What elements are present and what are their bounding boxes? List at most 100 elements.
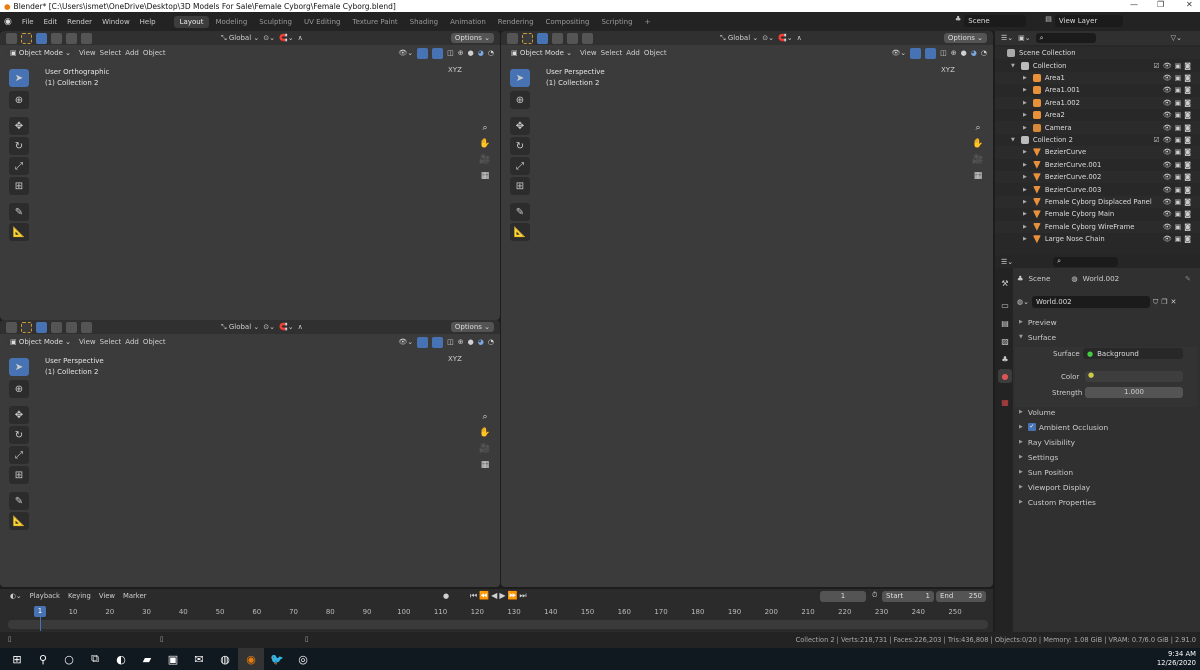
select-tool-icon[interactable] [522, 32, 533, 44]
workspace-tab[interactable]: UV Editing [298, 16, 347, 28]
workspace-tab[interactable]: Sculpting [253, 16, 298, 28]
playhead[interactable]: 1 [34, 606, 46, 617]
overlay-toggle-icon[interactable] [432, 336, 444, 348]
outliner-item[interactable]: ▶ Area1.002 👁▣◙ [995, 96, 1200, 109]
timeline-menu-marker[interactable]: Marker [123, 592, 147, 600]
timeline-menu-playback[interactable]: Playback [30, 592, 60, 600]
shading-rendered-icon[interactable]: ◔ [488, 49, 494, 57]
select-mode-intersect-icon[interactable] [81, 32, 92, 44]
transform-orientation-dropdown[interactable]: ⤡ Global ⌄ [221, 323, 259, 332]
measure-tool[interactable]: 📐 [9, 223, 29, 241]
outliner-item[interactable]: ▶ Female Cyborg WireFrame 👁▣◙ [995, 220, 1200, 233]
select-mode-subtract-icon[interactable] [66, 321, 77, 333]
xray-icon[interactable]: ◫ [940, 49, 947, 57]
expand-right-icon[interactable]: ▶ [1023, 75, 1027, 81]
close-button[interactable]: ✕ [1186, 0, 1193, 9]
expand-down-icon[interactable]: ▼ [1011, 63, 1015, 69]
task-view-icon[interactable]: ⧉ [82, 648, 108, 670]
fake-user-icon[interactable]: ⛉ [1153, 298, 1158, 307]
panel-ray-visibility[interactable]: ▶ Ray Visibility [1015, 435, 1197, 449]
workspace-tab[interactable]: Animation [444, 16, 492, 28]
world-tab-icon[interactable]: ● [998, 369, 1012, 383]
outliner-item[interactable]: ▶ Area2 👁▣◙ [995, 109, 1200, 121]
cursor-tool[interactable]: ⊕ [9, 91, 29, 109]
start-frame-field[interactable]: Start 1 [882, 591, 934, 602]
outliner-search-input[interactable]: ⌕ [1035, 33, 1096, 43]
visibility-toggles[interactable]: 👁▣◙ [1163, 235, 1194, 243]
new-world-icon[interactable]: ❐ [1161, 298, 1167, 306]
expand-right-icon[interactable]: ▶ [1023, 162, 1027, 168]
proportional-edit-icon[interactable]: ∧ [298, 34, 303, 42]
editor-type-icon[interactable]: ☰⌄ [1001, 34, 1013, 42]
menu-view[interactable]: View [580, 49, 597, 57]
view-layer-tab-icon[interactable]: ▨ [998, 334, 1012, 348]
editor-type-icon[interactable]: ☰⌄ [1001, 258, 1013, 266]
workspace-tab[interactable]: Texture Paint [347, 16, 404, 28]
expand-right-icon[interactable]: ▶ [1023, 87, 1027, 93]
measure-tool[interactable]: 📐 [510, 223, 530, 241]
transform-pivot-icon[interactable] [507, 32, 518, 44]
viewport-top-left[interactable]: ⤡ Global ⌄ ⊙⌄ 🧲⌄ ∧ Options ⌄ ▣ Object Mode ⌄ V… [0, 31, 500, 320]
menu-select[interactable]: Select [100, 49, 122, 57]
playback-controls[interactable]: ⏮⏪◀▶⏩⏭ [470, 591, 529, 601]
menu-render[interactable]: Render [62, 18, 97, 26]
timeline-menu-keying[interactable]: Keying [68, 592, 91, 600]
panel-sun-position[interactable]: ▶ Sun Position [1015, 465, 1197, 479]
navigation-gizmo[interactable]: XYZ [448, 355, 462, 363]
outliner-item[interactable]: ▶ Area1 👁▣◙ [995, 71, 1200, 85]
expand-right-icon[interactable]: ▶ [1023, 100, 1027, 106]
camera-view-icon[interactable]: 🎥 [971, 153, 985, 167]
file-explorer-icon[interactable]: ▰ [134, 648, 160, 670]
select-mode-new-icon[interactable] [537, 32, 548, 44]
strength-field[interactable]: 1.000 [1085, 387, 1183, 398]
scale-tool[interactable]: ⤢ [9, 157, 29, 175]
workspace-tab[interactable]: Shading [404, 16, 444, 28]
pivot-point-icon[interactable]: ⊙⌄ [263, 34, 275, 42]
expand-right-icon[interactable]: ▶ [1023, 224, 1027, 230]
rotate-tool[interactable]: ↻ [9, 137, 29, 155]
filter-icon[interactable]: ▽⌄ [1171, 34, 1182, 42]
proportional-edit-icon[interactable]: ∧ [298, 323, 303, 331]
expand-right-icon[interactable]: ▶ [1023, 187, 1027, 193]
annotate-tool[interactable]: ✎ [9, 203, 29, 221]
blender-icon[interactable]: ◉ [238, 648, 264, 670]
snap-icon[interactable]: 🧲⌄ [279, 34, 294, 42]
menu-object[interactable]: Object [143, 49, 166, 57]
rotate-tool[interactable]: ↻ [9, 426, 29, 444]
ambient-occlusion-checkbox[interactable]: ✓ [1027, 423, 1036, 431]
outliner-item[interactable]: ▶ Area1.001 👁▣◙ [995, 84, 1200, 96]
visibility-toggles[interactable]: 👁▣◙ [1163, 186, 1194, 194]
windows-start-icon[interactable]: ⊞ [4, 648, 30, 670]
world-browse-icon[interactable]: ◍⌄ [1017, 298, 1029, 306]
options-button[interactable]: Options ⌄ [943, 33, 987, 43]
visibility-toggles[interactable]: 👁▣◙ [1163, 124, 1194, 132]
menu-add[interactable]: Add [125, 338, 139, 346]
cortana-icon[interactable]: ○ [56, 648, 82, 670]
cursor-tool[interactable]: ⊕ [9, 380, 29, 398]
expand-right-icon[interactable]: ▶ [1023, 112, 1027, 118]
twitter-icon[interactable]: 🐦 [264, 648, 290, 670]
transform-pivot-icon[interactable] [6, 32, 17, 44]
outliner-item[interactable]: ▶ Female Cyborg Main 👁▣◙ [995, 208, 1200, 220]
camera-view-icon[interactable]: 🎥 [478, 153, 492, 167]
pivot-point-icon[interactable]: ⊙⌄ [762, 34, 774, 42]
visibility-icon[interactable]: 👁⌄ [891, 49, 906, 57]
color-field[interactable]: ● [1085, 371, 1183, 382]
visibility-toggles[interactable]: 👁▣◙ [1163, 161, 1194, 169]
workspace-tab[interactable]: Compositing [540, 16, 596, 28]
navigation-gizmo[interactable]: XYZ [448, 66, 462, 74]
transform-tool[interactable]: ⊞ [9, 177, 29, 195]
perspective-grid-icon[interactable]: ▦ [478, 169, 492, 183]
panel-ambient-occlusion[interactable]: ▶ ✓ Ambient Occlusion [1015, 420, 1197, 434]
mode-dropdown[interactable]: ▣ Object Mode ⌄ [6, 48, 76, 58]
shading-material-icon[interactable]: ◕ [478, 338, 484, 346]
pivot-point-icon[interactable]: ⊙⌄ [263, 323, 275, 331]
expand-right-icon[interactable]: ▶ [1023, 211, 1027, 217]
zoom-icon[interactable]: ⌕ [478, 410, 492, 424]
workspace-tab[interactable]: Modeling [209, 16, 253, 28]
visibility-toggles[interactable]: 👁▣◙ [1163, 223, 1194, 231]
minimize-button[interactable]: — [1130, 0, 1138, 9]
view-layer-icon[interactable]: ▤ [1045, 15, 1052, 27]
outliner-item[interactable]: ▶ Camera 👁▣◙ [995, 121, 1200, 134]
clock-date[interactable]: 12/26/2020 [1157, 659, 1196, 668]
